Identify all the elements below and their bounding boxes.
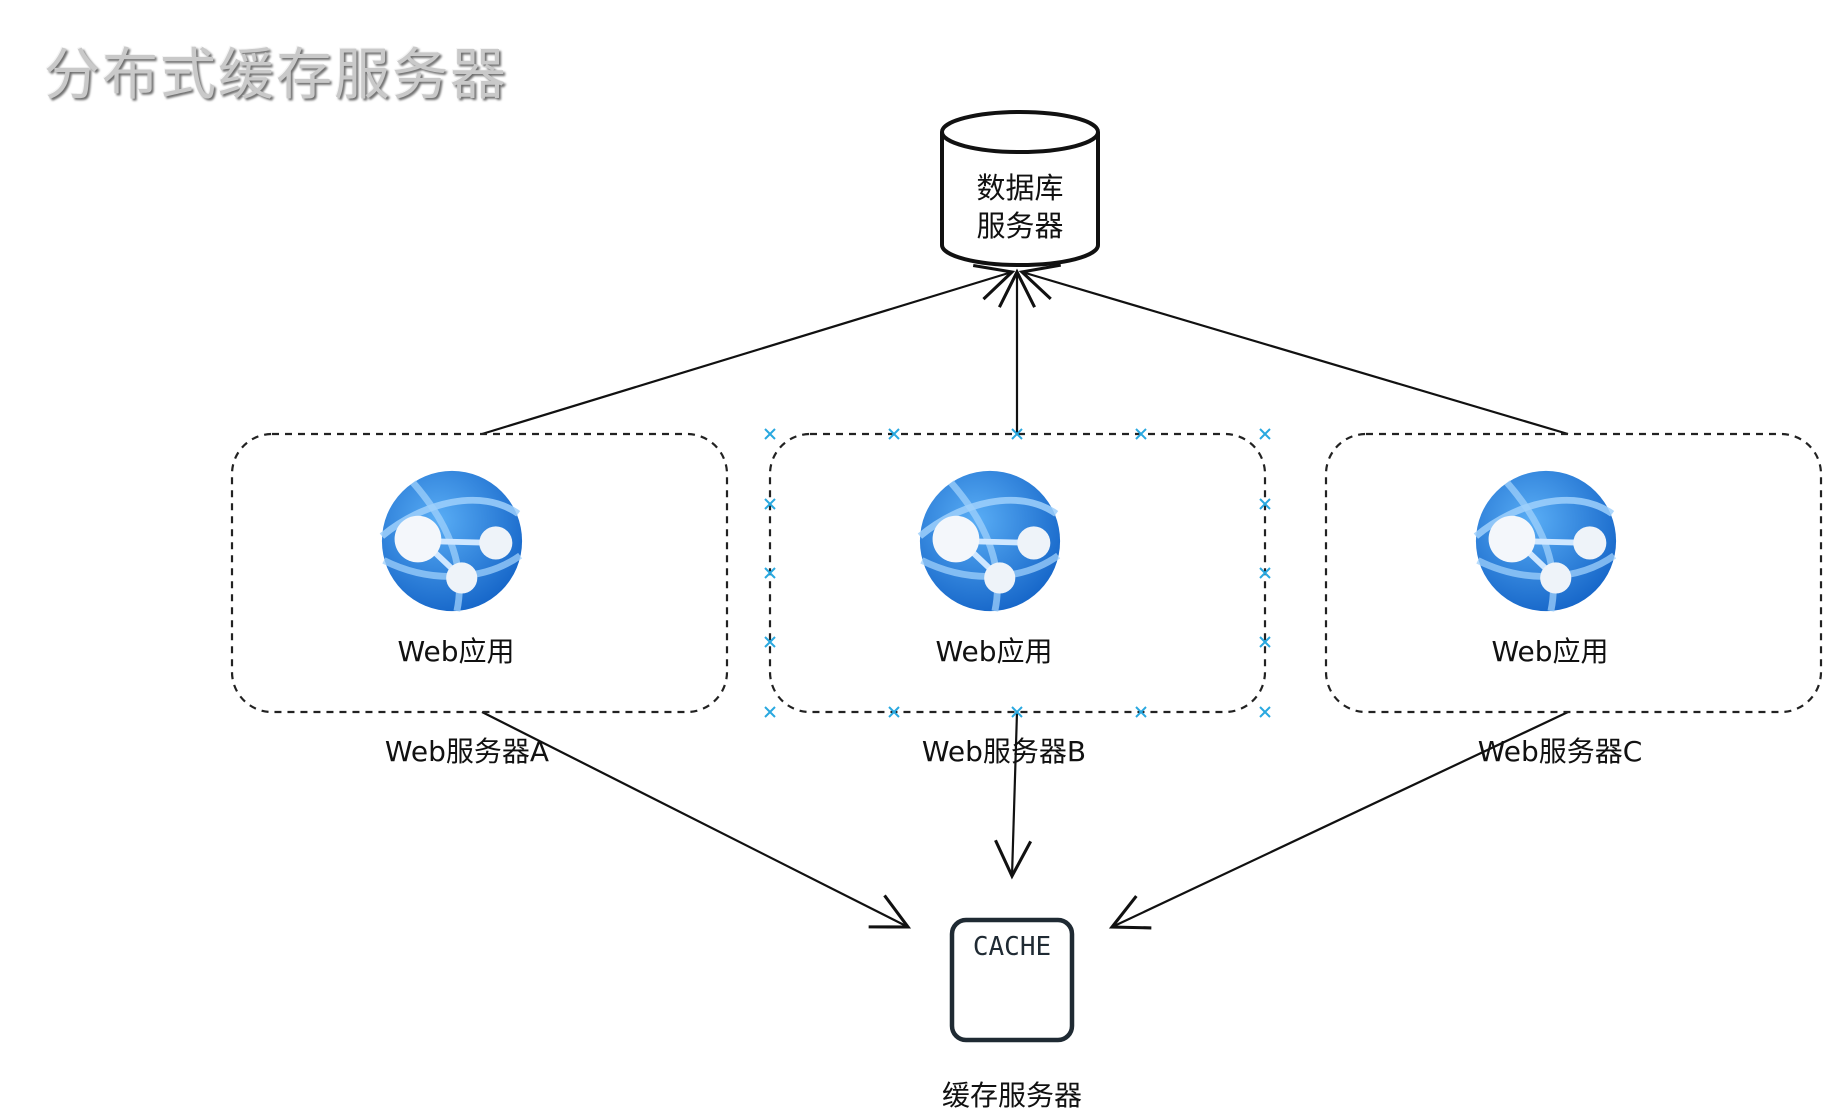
web-app-label-c: Web应用 — [1491, 635, 1608, 668]
cache-server-node[interactable]: CACHE 缓存服务器 — [942, 917, 1082, 1112]
database-server-node[interactable]: 数据库 服务器 — [940, 110, 1100, 267]
connector-a-to-database[interactable] — [481, 263, 1016, 436]
connector-c-to-database[interactable] — [1018, 263, 1569, 436]
web-server-label-a: Web服务器A — [385, 735, 549, 768]
database-cylinder-top — [940, 110, 1100, 154]
selection-handle-9[interactable] — [1259, 706, 1271, 718]
diagram-canvas: 分布式缓存服务器 数据库 服务器 Web应用 Web服务器A Web应用 Web… — [0, 0, 1835, 1119]
web-app-globe-icon — [382, 471, 522, 611]
database-label-line2: 服务器 — [976, 209, 1063, 243]
cache-badge-text: CACHE — [973, 932, 1051, 962]
database-label-line1: 数据库 — [976, 171, 1063, 205]
cache-server-label: 缓存服务器 — [942, 1079, 1082, 1112]
web-app-globe-icon — [1476, 471, 1616, 611]
selection-handle-8[interactable] — [1259, 428, 1271, 440]
web-app-label-a: Web应用 — [397, 635, 514, 668]
web-app-label-b: Web应用 — [935, 635, 1052, 668]
web-server-label-b: Web服务器B — [922, 735, 1086, 768]
database-connectors — [481, 263, 1569, 436]
web-server-a[interactable]: Web应用 Web服务器A — [230, 432, 729, 768]
web-app-globe-icon — [920, 471, 1060, 611]
selection-handle-1[interactable] — [764, 706, 776, 718]
web-server-c[interactable]: Web应用 Web服务器C — [1324, 432, 1823, 768]
web-server-label-c: Web服务器C — [1478, 735, 1643, 768]
architecture-diagram: 数据库 服务器 Web应用 Web服务器A Web应用 Web服务器B Web应… — [230, 110, 1823, 1112]
selection-handle-0[interactable] — [764, 428, 776, 440]
